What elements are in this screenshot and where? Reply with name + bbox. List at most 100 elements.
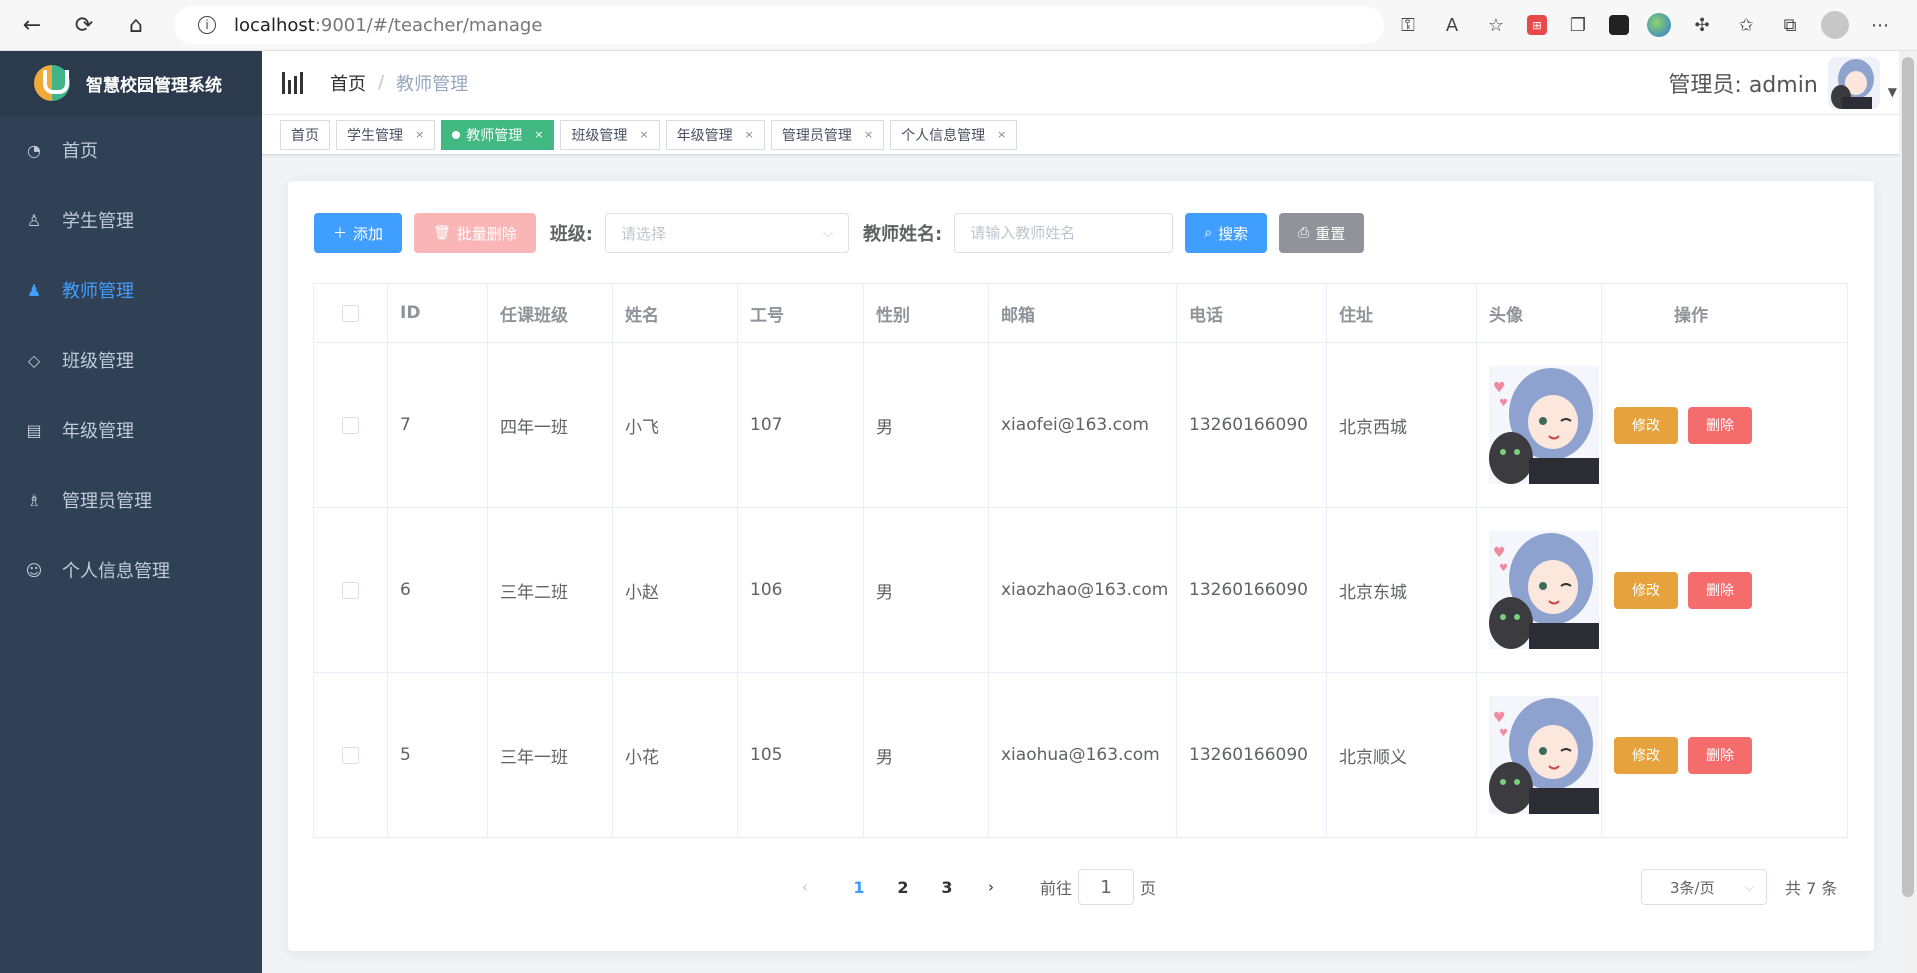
batch-delete-button[interactable]: 🗑 批量删除 xyxy=(414,213,536,253)
collections-icon[interactable]: ⧉ xyxy=(1777,12,1803,38)
close-icon[interactable]: × xyxy=(864,128,873,141)
column-header[interactable]: 任课班级 xyxy=(487,283,613,343)
svg-text:♥: ♥ xyxy=(1499,398,1508,409)
chevron-down-icon: ⌵ xyxy=(1744,879,1754,894)
plus-icon: ＋ xyxy=(333,226,347,242)
edit-button[interactable]: 修改 xyxy=(1614,406,1678,444)
edit-button[interactable]: 修改 xyxy=(1614,736,1678,774)
url-host: localhost xyxy=(234,14,315,36)
avatar[interactable] xyxy=(1827,56,1880,109)
row-checkbox-cell xyxy=(313,507,388,673)
select-all-cell xyxy=(313,283,388,343)
select-all-checkbox[interactable] xyxy=(342,304,359,322)
class-select[interactable]: 请选择 ⌵ xyxy=(605,213,850,253)
info-icon[interactable]: i xyxy=(198,16,216,34)
reload-icon[interactable]: ⟳ xyxy=(64,5,104,45)
home-icon[interactable]: ⌂ xyxy=(116,5,156,45)
close-icon[interactable]: × xyxy=(534,128,543,141)
column-header[interactable]: 住址 xyxy=(1326,283,1477,343)
tag-home[interactable]: 首页 xyxy=(280,119,330,150)
sidebar-item-students[interactable]: ♙ 学生管理 xyxy=(0,185,262,255)
column-header[interactable]: 性别 xyxy=(863,283,989,343)
chevron-left-icon[interactable]: ‹ xyxy=(802,867,808,907)
chevron-right-icon[interactable]: › xyxy=(988,867,994,907)
close-icon[interactable]: × xyxy=(745,128,754,141)
search-button-label: 搜索 xyxy=(1218,224,1249,243)
hamburger-icon[interactable] xyxy=(282,71,304,94)
users-icon: ♗ xyxy=(26,490,42,510)
extension-copy-icon[interactable]: ❐ xyxy=(1565,12,1591,38)
teacher-icon: ♟ xyxy=(26,280,42,300)
close-icon[interactable]: × xyxy=(997,128,1006,141)
delete-button[interactable]: 删除 xyxy=(1688,736,1752,774)
column-header[interactable]: ID xyxy=(387,283,488,343)
back-icon[interactable]: ← xyxy=(12,5,52,45)
row-checkbox[interactable] xyxy=(342,416,359,434)
edit-button[interactable]: 修改 xyxy=(1614,571,1678,609)
content-card: ＋ 添加 🗑 批量删除 班级: 请选择 ⌵ 教师姓名: ⌕ 搜索 ⎙ 重置 xyxy=(288,181,1874,951)
close-icon[interactable]: × xyxy=(415,128,424,141)
column-header[interactable]: 工号 xyxy=(737,283,864,343)
extension-red-icon[interactable]: ⊞ xyxy=(1527,15,1547,35)
search-button[interactable]: ⌕ 搜索 xyxy=(1185,213,1268,253)
tag-profile[interactable]: 个人信息管理 × xyxy=(890,119,1018,150)
column-header[interactable]: 邮箱 xyxy=(988,283,1177,343)
column-header[interactable]: 操作 xyxy=(1601,283,1848,343)
extension-globe-icon[interactable] xyxy=(1647,13,1671,37)
address-bar[interactable]: i localhost:9001/#/teacher/manage xyxy=(174,6,1384,44)
sidebar-item-grades[interactable]: ▤ 年级管理 xyxy=(0,395,262,465)
sidebar-item-classes[interactable]: ◇ 班级管理 xyxy=(0,325,262,395)
tag-students[interactable]: 学生管理 × xyxy=(336,119,436,150)
avatar[interactable]: ♥ ♥ xyxy=(1489,531,1599,649)
reset-button[interactable]: ⎙ 重置 xyxy=(1279,213,1365,253)
teacher-name-input[interactable] xyxy=(954,213,1174,253)
page-size-select[interactable]: 3条/页 ⌵ xyxy=(1641,869,1767,905)
tag-teachers[interactable]: 教师管理 × xyxy=(441,119,555,150)
favorite-add-icon[interactable]: ☆ xyxy=(1483,12,1509,38)
more-menu-icon[interactable]: ⋯ xyxy=(1867,12,1893,38)
chevron-down-icon: ⌵ xyxy=(823,225,834,241)
delete-button[interactable]: 删除 xyxy=(1688,571,1752,609)
sidebar-item-admins[interactable]: ♗ 管理员管理 xyxy=(0,465,262,535)
sidebar-item-teachers[interactable]: ♟ 教师管理 xyxy=(0,255,262,325)
tag-grades[interactable]: 年级管理 × xyxy=(665,119,765,150)
page-jump-input[interactable] xyxy=(1078,869,1135,905)
page-number[interactable]: 2 xyxy=(888,867,918,907)
column-header[interactable]: 头像 xyxy=(1476,283,1602,343)
delete-button[interactable]: 删除 xyxy=(1688,406,1752,444)
calendar-icon: ▤ xyxy=(26,420,42,440)
page-number[interactable]: 3 xyxy=(932,867,962,907)
row-checkbox[interactable] xyxy=(342,746,359,764)
row-checkbox[interactable] xyxy=(342,581,359,599)
favorites-icon[interactable]: ✩ xyxy=(1733,12,1759,38)
tag-admins[interactable]: 管理员管理 × xyxy=(770,119,885,150)
close-icon[interactable]: × xyxy=(639,128,648,141)
key-icon[interactable]: ⚿ xyxy=(1395,12,1421,38)
sidebar-item-profile[interactable]: ☺ 个人信息管理 xyxy=(0,535,262,605)
tag-label: 管理员管理 xyxy=(781,127,852,144)
extensions-puzzle-icon[interactable]: ✣ xyxy=(1689,12,1715,38)
scrollbar-thumb[interactable] xyxy=(1902,57,1914,897)
cell-no: 107 xyxy=(737,342,864,508)
class-select-placeholder: 请选择 xyxy=(621,224,667,243)
column-header[interactable]: 电话 xyxy=(1176,283,1327,343)
sidebar-menu: ◔ 首页 ♙ 学生管理 ♟ 教师管理 ◇ 班级管理 ▤ 年级管理 ♗ 管理员管理… xyxy=(0,115,262,605)
avatar[interactable]: ♥ ♥ xyxy=(1489,366,1599,484)
avatar[interactable]: ♥ ♥ xyxy=(1489,696,1599,814)
column-header[interactable]: 姓名 xyxy=(612,283,738,343)
breadcrumb-home[interactable]: 首页 xyxy=(330,70,366,96)
cell-actions: 修改 删除 xyxy=(1601,672,1848,838)
add-button[interactable]: ＋ 添加 xyxy=(314,213,403,253)
extension-black-icon[interactable] xyxy=(1609,15,1629,35)
cell-address: 北京顺义 xyxy=(1326,672,1477,838)
browser-toolbar: ← ⟳ ⌂ i localhost:9001/#/teacher/manage … xyxy=(0,0,1917,51)
caret-down-icon[interactable]: ▼ xyxy=(1888,85,1897,99)
sidebar-item-home[interactable]: ◔ 首页 xyxy=(0,115,262,185)
tag-classes[interactable]: 班级管理 × xyxy=(560,119,660,150)
read-aloud-icon[interactable]: A xyxy=(1439,12,1465,38)
sidebar-item-label: 班级管理 xyxy=(62,351,134,372)
user-dropdown[interactable]: 管理员: admin ▼ xyxy=(1668,56,1897,109)
page-number[interactable]: 1 xyxy=(844,867,874,907)
profile-avatar-icon[interactable] xyxy=(1821,11,1849,39)
scrollbar[interactable] xyxy=(1899,51,1917,973)
